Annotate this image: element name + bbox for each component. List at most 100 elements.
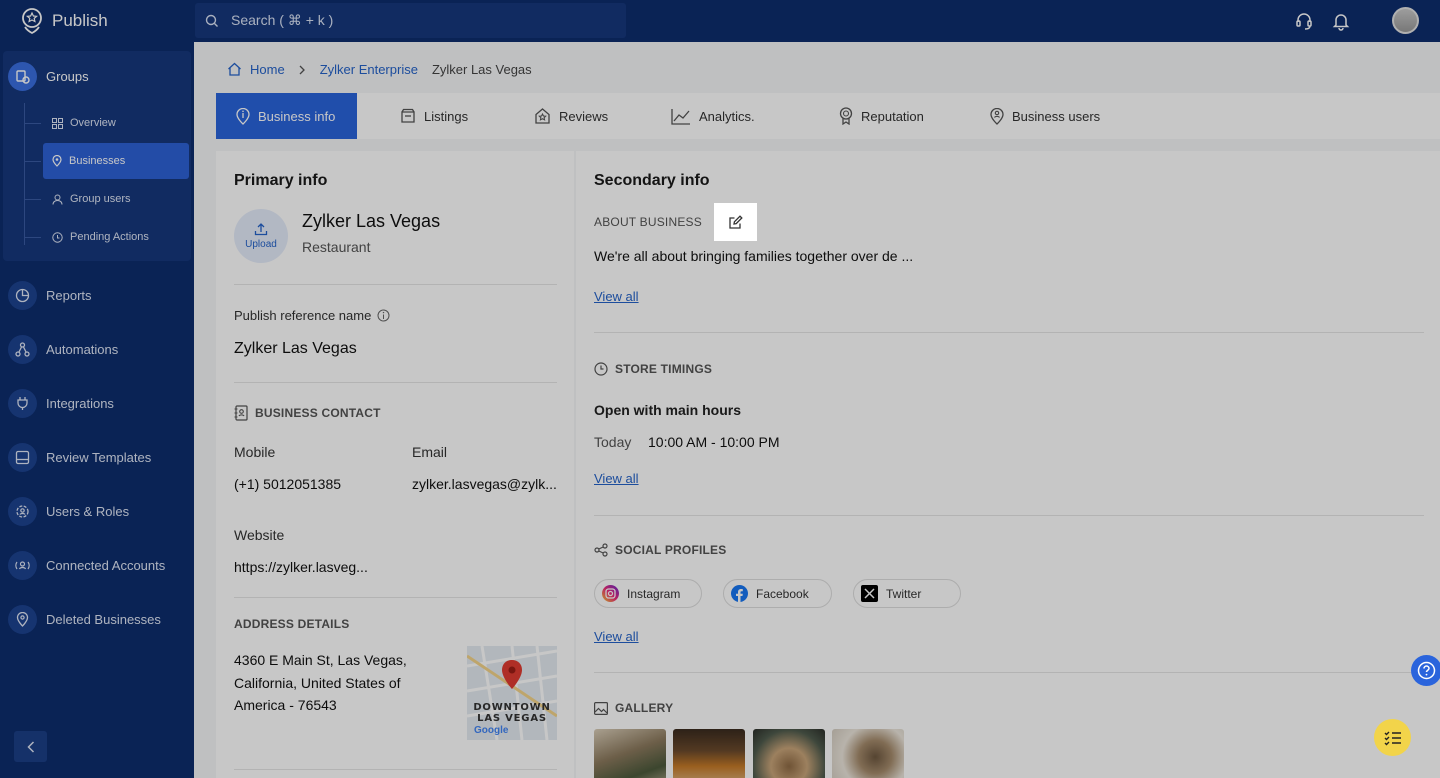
- sidebar-item-automations[interactable]: Automations: [8, 335, 118, 364]
- social-instagram[interactable]: Instagram: [594, 579, 702, 608]
- sidebar-sub-label: Businesses: [69, 155, 126, 167]
- tab-reputation[interactable]: Reputation: [819, 93, 924, 139]
- bell-icon[interactable]: [1332, 11, 1350, 31]
- primary-info-title: Primary info: [234, 172, 328, 189]
- tab-label: Business info: [258, 108, 336, 124]
- sidebar-item-overview[interactable]: Overview: [43, 105, 189, 141]
- analytics-icon: [671, 108, 691, 125]
- edit-about-business-button[interactable]: [714, 203, 757, 241]
- social-facebook[interactable]: Facebook: [723, 579, 832, 608]
- tab-listings[interactable]: Listings: [380, 93, 468, 139]
- sidebar-item-deleted-businesses[interactable]: Deleted Businesses: [8, 605, 161, 634]
- sidebar-item-label: Connected Accounts: [46, 558, 166, 573]
- reference-name-value: Zylker Las Vegas: [234, 340, 357, 357]
- business-user-icon: [990, 107, 1004, 125]
- divider: [594, 332, 1424, 333]
- tab-label: Business users: [1012, 108, 1101, 124]
- sidebar-item-integrations[interactable]: Integrations: [8, 389, 114, 418]
- gallery-image[interactable]: [832, 729, 904, 778]
- business-contact-heading: BUSINESS CONTACT: [234, 405, 381, 421]
- home-icon[interactable]: [227, 62, 242, 77]
- pie-chart-icon: [8, 281, 37, 310]
- search-input[interactable]: Search ( ⌘ + k ): [195, 3, 626, 38]
- edit-icon: [728, 214, 743, 230]
- about-view-all-link[interactable]: View all: [594, 289, 639, 304]
- sidebar-item-label: Reports: [46, 288, 92, 303]
- website-value: https://zylker.lasveg...: [234, 559, 368, 575]
- timings-view-all-link[interactable]: View all: [594, 471, 639, 486]
- secondary-info-title: Secondary info: [594, 172, 710, 189]
- headset-icon[interactable]: [1295, 11, 1313, 31]
- instagram-icon: [602, 585, 619, 602]
- sidebar-item-businesses[interactable]: Businesses: [43, 143, 189, 179]
- sidebar-item-pending-actions[interactable]: Pending Actions: [43, 219, 189, 255]
- app-name: Publish: [52, 11, 108, 30]
- gallery-image[interactable]: [673, 729, 745, 778]
- address-text: 4360 E Main St, Las Vegas, California, U…: [234, 649, 407, 717]
- groups-section: Groups Overview Businesses Group users P…: [3, 51, 191, 261]
- tab-reviews[interactable]: Reviews: [514, 93, 608, 139]
- email-value: zylker.lasvegas@zylk...: [412, 476, 557, 492]
- social-view-all-link[interactable]: View all: [594, 629, 639, 644]
- gallery-heading: GALLERY: [594, 701, 673, 715]
- business-contact-text: BUSINESS CONTACT: [255, 406, 381, 420]
- sidebar-sub-label: Group users: [70, 193, 131, 205]
- upload-label: Upload: [245, 239, 277, 250]
- tab-label: Analytics.: [699, 108, 755, 124]
- user-icon: [52, 194, 63, 205]
- chevron-left-icon: [26, 740, 35, 753]
- divider: [234, 284, 557, 285]
- social-label: Facebook: [756, 586, 809, 601]
- social-twitter[interactable]: Twitter: [853, 579, 961, 608]
- divider: [594, 672, 1424, 673]
- sidebar-item-connected-accounts[interactable]: Connected Accounts: [8, 551, 165, 580]
- help-button[interactable]: [1411, 655, 1440, 686]
- google-logo: Google: [474, 725, 509, 736]
- checklist-button[interactable]: [1374, 719, 1411, 756]
- secondary-info-panel: Secondary info ABOUT BUSINESS We're all …: [576, 151, 1440, 778]
- breadcrumb-enterprise[interactable]: Zylker Enterprise: [320, 62, 418, 77]
- sidebar-item-reports[interactable]: Reports: [8, 281, 92, 310]
- sidebar-item-label: Deleted Businesses: [46, 612, 161, 627]
- tab-label: Reputation: [861, 108, 924, 124]
- facebook-icon: [731, 585, 748, 602]
- tab-label: Reviews: [559, 108, 609, 124]
- tree-branch: [25, 199, 41, 200]
- review-icon: [534, 108, 551, 124]
- share-icon: [594, 543, 608, 557]
- breadcrumb-current: Zylker Las Vegas: [431, 62, 532, 77]
- breadcrumb-home[interactable]: Home: [250, 62, 285, 77]
- tab-analytics[interactable]: Analytics.: [651, 93, 755, 139]
- gallery-image[interactable]: [594, 729, 666, 778]
- tab-bar: Business info Listings Reviews Analytics…: [216, 93, 1440, 139]
- sidebar-item-users-roles[interactable]: Users & Roles: [8, 497, 129, 526]
- checklist-icon: [1384, 730, 1402, 746]
- today-label: Today: [594, 434, 632, 450]
- clock-icon: [594, 362, 608, 376]
- upload-icon: [254, 222, 268, 236]
- location-pin-icon: [8, 605, 37, 634]
- tree-branch: [25, 123, 41, 124]
- sidebar-item-groups[interactable]: Groups: [8, 62, 89, 91]
- sidebar-item-label: Review Templates: [46, 450, 152, 465]
- sidebar-item-review-templates[interactable]: Review Templates: [8, 443, 151, 472]
- gallery-image[interactable]: [753, 729, 825, 778]
- tab-business-users[interactable]: Business users: [970, 93, 1100, 139]
- tab-business-info[interactable]: Business info: [216, 93, 357, 139]
- clock-icon: [52, 231, 63, 243]
- reference-name-label: Publish reference name: [234, 308, 390, 323]
- avatar[interactable]: [1392, 7, 1419, 34]
- contact-book-icon: [234, 405, 248, 421]
- map-thumbnail[interactable]: DOWNTOWN LAS VEGAS Google: [467, 646, 557, 740]
- tree-branch: [25, 237, 41, 238]
- tab-label: Listings: [424, 108, 469, 124]
- upload-logo-button[interactable]: Upload: [234, 209, 288, 263]
- gear-user-icon: [8, 497, 37, 526]
- breadcrumb: Home Zylker Enterprise Zylker Las Vegas: [227, 62, 532, 77]
- address-line: 4360 E Main St, Las Vegas,: [234, 652, 407, 668]
- collapse-sidebar-button[interactable]: [14, 731, 47, 762]
- brand[interactable]: Publish: [20, 7, 108, 35]
- info-icon[interactable]: [377, 309, 390, 322]
- workflow-icon: [8, 335, 37, 364]
- sidebar-item-group-users[interactable]: Group users: [43, 181, 189, 217]
